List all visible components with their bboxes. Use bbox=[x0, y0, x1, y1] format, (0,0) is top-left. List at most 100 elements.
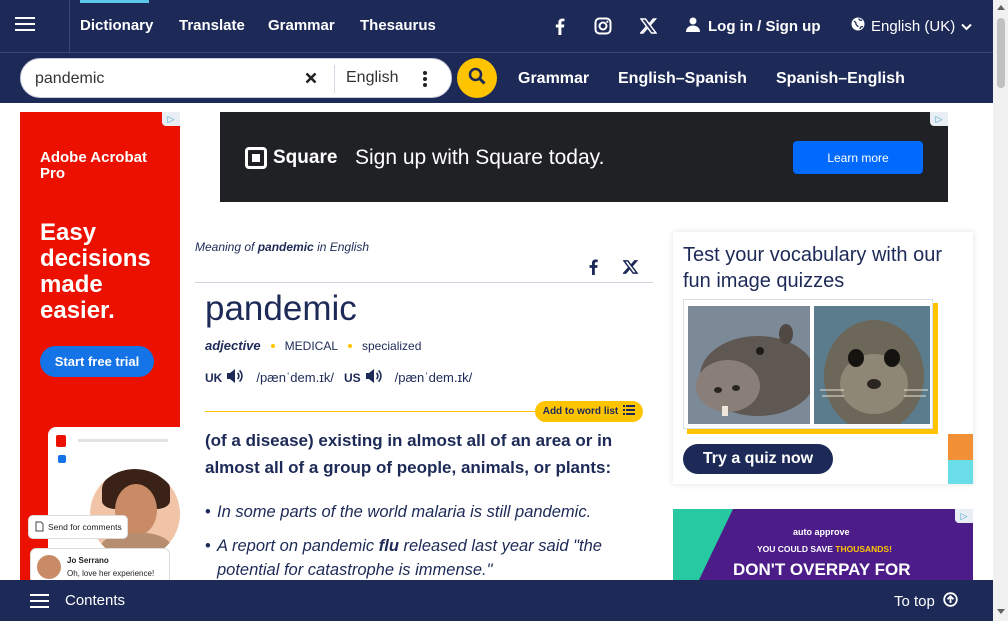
nav-dictionary[interactable]: Dictionary bbox=[80, 17, 153, 34]
ad-choices-icon[interactable]: ▷ bbox=[930, 112, 948, 126]
meaning-heading: Meaning of pandemic in English bbox=[195, 240, 369, 254]
example-bullet: • bbox=[205, 503, 211, 521]
wordlist-rule bbox=[205, 411, 537, 412]
search-input[interactable] bbox=[35, 68, 285, 90]
login-label: Log in / Sign up bbox=[708, 18, 821, 35]
ad-choices-icon[interactable]: ▷ bbox=[955, 509, 973, 523]
menu-icon bbox=[30, 593, 49, 608]
bullet-dot bbox=[270, 343, 275, 348]
clear-icon[interactable] bbox=[302, 69, 320, 87]
meaning-word: pandemic bbox=[257, 240, 314, 254]
language-selector[interactable]: English (UK) bbox=[851, 17, 972, 35]
square-logo-icon bbox=[245, 147, 267, 169]
learn-more-button[interactable]: Learn more bbox=[793, 141, 923, 174]
comment-card: Jo Serrano Oh, love her experience! bbox=[30, 548, 170, 582]
seal-image bbox=[814, 306, 930, 424]
bullet-dot bbox=[348, 343, 352, 348]
meaning-prefix: Meaning of bbox=[195, 240, 258, 254]
part-of-speech: adjective bbox=[205, 338, 261, 353]
link-english-spanish[interactable]: English–Spanish bbox=[618, 70, 747, 88]
login-link[interactable]: Log in / Sign up bbox=[686, 17, 820, 36]
ad-headline: DON'T OVERPAY FOR bbox=[733, 560, 911, 579]
quiz-title: Test your vocabulary with our fun image … bbox=[683, 244, 943, 292]
label-medical: MEDICAL bbox=[284, 338, 338, 353]
scroll-up-arrow[interactable] bbox=[997, 5, 1005, 10]
divider bbox=[195, 282, 653, 283]
search-button[interactable] bbox=[457, 58, 497, 98]
language-label: English (UK) bbox=[871, 17, 956, 35]
contents-button[interactable]: Contents bbox=[30, 592, 125, 609]
square-brand: Square bbox=[273, 147, 338, 168]
globe-icon bbox=[851, 17, 865, 35]
search-icon bbox=[468, 67, 486, 90]
send-comments-chip: Send for comments bbox=[28, 515, 128, 539]
side-tab-cyan[interactable] bbox=[948, 460, 973, 484]
side-tab-orange[interactable] bbox=[948, 434, 973, 460]
quiz-images bbox=[683, 299, 933, 429]
acrobat-logo-icon bbox=[56, 435, 66, 447]
grammar-line: adjective MEDICAL specialized bbox=[205, 338, 421, 353]
label-specialized: specialized bbox=[362, 338, 422, 353]
region-uk: UK bbox=[205, 370, 223, 385]
share-x-icon[interactable] bbox=[621, 258, 639, 276]
pronunciation-line: UK /pænˈdem.ɪk/ US /pænˈdem.ɪk/ bbox=[205, 368, 482, 387]
nav-active-indicator bbox=[80, 0, 149, 3]
bottom-bar: Contents To top bbox=[0, 580, 993, 621]
ipa-uk: /pænˈdem.ɪk/ bbox=[256, 370, 334, 385]
square-logo: Square bbox=[245, 147, 337, 169]
nav-translate[interactable]: Translate bbox=[179, 17, 245, 34]
top-banner-ad[interactable]: ▷ Square Sign up with Square today. Lear… bbox=[220, 112, 948, 202]
ad-subtext: YOU COULD SAVE THOUSANDS! bbox=[757, 544, 892, 554]
instagram-icon[interactable] bbox=[589, 12, 617, 40]
scrollbar-thumb[interactable] bbox=[997, 18, 1005, 88]
link-spanish-english[interactable]: Spanish–English bbox=[776, 70, 905, 88]
add-to-word-list-label: Add to word list bbox=[542, 406, 619, 417]
add-to-word-list-button[interactable]: Add to word list bbox=[535, 401, 643, 422]
document-icon bbox=[35, 521, 44, 534]
share-facebook-icon[interactable] bbox=[585, 257, 601, 277]
search-box: English bbox=[20, 58, 452, 98]
scrollbar[interactable] bbox=[993, 0, 1008, 621]
audio-us-icon[interactable] bbox=[365, 368, 383, 387]
nav-thesaurus[interactable]: Thesaurus bbox=[360, 17, 436, 34]
headword: pandemic bbox=[205, 289, 357, 328]
contents-label: Contents bbox=[65, 592, 126, 609]
list-icon bbox=[623, 405, 636, 418]
arrow-up-circle-icon bbox=[943, 592, 958, 611]
facebook-icon[interactable] bbox=[546, 12, 574, 40]
ipa-us: /pænˈdem.ɪk/ bbox=[394, 370, 473, 385]
x-icon[interactable] bbox=[634, 12, 662, 40]
comment-text: Oh, love her experience! bbox=[67, 569, 155, 578]
start-trial-button[interactable]: Start free trial bbox=[40, 346, 154, 377]
ad-choices-icon[interactable]: ▷ bbox=[162, 112, 180, 126]
commenter-name: Jo Serrano bbox=[67, 556, 109, 565]
definition: (of a disease) existing in almost all of… bbox=[205, 431, 613, 477]
search-bar: English Grammar English–Spanish Spanish–… bbox=[0, 53, 993, 103]
ad-text: Sign up with Square today. bbox=[355, 146, 605, 169]
link-grammar[interactable]: Grammar bbox=[518, 70, 589, 88]
audio-uk-icon[interactable] bbox=[226, 368, 244, 387]
example-bullet: • bbox=[205, 537, 211, 555]
page: Dictionary Translate Grammar Thesaurus L… bbox=[0, 0, 1008, 621]
chip-label: Send for comments bbox=[48, 522, 122, 532]
ad-headline: Easy decisions made easier. bbox=[40, 219, 151, 324]
ad-brand: auto approve bbox=[793, 527, 850, 537]
try-quiz-button[interactable]: Try a quiz now bbox=[683, 444, 833, 474]
ad-portrait bbox=[90, 469, 180, 559]
hamburger-icon[interactable] bbox=[0, 0, 70, 53]
bottom-ad[interactable]: ▷ auto approve YOU COULD SAVE THOUSANDS!… bbox=[673, 509, 973, 584]
ad-accent-shape bbox=[673, 509, 733, 584]
scroll-down-arrow[interactable] bbox=[997, 609, 1005, 614]
top-nav: Dictionary Translate Grammar Thesaurus L… bbox=[0, 0, 993, 53]
to-top-label: To top bbox=[894, 593, 935, 610]
dictionary-selector[interactable]: English bbox=[346, 69, 398, 87]
nav-grammar[interactable]: Grammar bbox=[268, 17, 335, 34]
quiz-card[interactable]: Test your vocabulary with our fun image … bbox=[673, 232, 973, 484]
to-top-button[interactable]: To top bbox=[894, 592, 958, 611]
chevron-down-icon bbox=[961, 18, 972, 35]
meaning-suffix: in English bbox=[313, 240, 370, 254]
example-text: A report on pandemic flu released last y… bbox=[217, 537, 602, 579]
more-options-icon[interactable] bbox=[419, 67, 431, 91]
left-ad[interactable]: ▷ Adobe Acrobat Pro Easy decisions made … bbox=[20, 112, 180, 582]
region-us: US bbox=[343, 370, 361, 385]
